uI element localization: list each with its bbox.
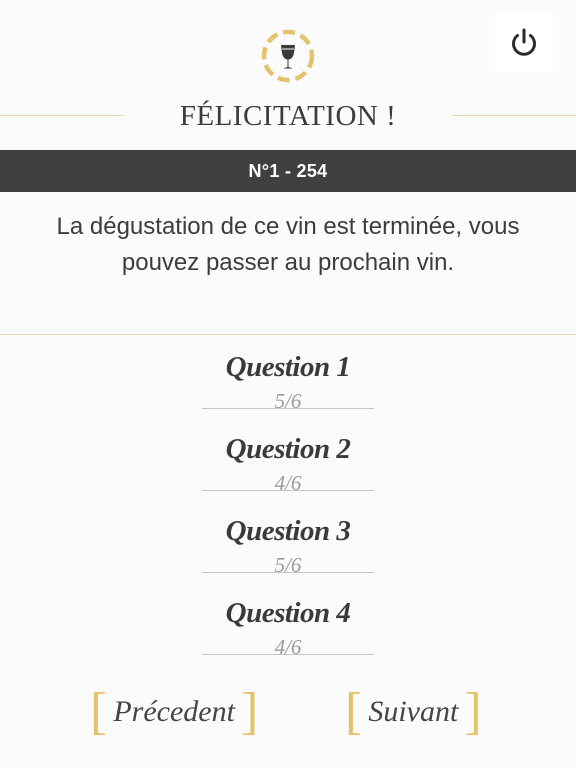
score-underline (202, 408, 374, 409)
question-score: 5/6 (274, 389, 302, 413)
bracket-right-icon: ] (464, 683, 482, 740)
question-score: 4/6 (274, 635, 302, 659)
previous-label: Précedent (113, 695, 235, 728)
wine-glass-logo-icon (259, 27, 317, 85)
score-underline (202, 490, 374, 491)
title-divider-right (452, 115, 576, 116)
list-item: Question 2 4/6 (0, 419, 576, 501)
question-label: Question 1 (225, 351, 351, 383)
screen: FÉLICITATION ! N°1 - 254 La dégustation … (0, 0, 576, 768)
title-row: FÉLICITATION ! (0, 96, 576, 136)
list-item: Question 1 5/6 (0, 337, 576, 419)
question-score: 4/6 (274, 471, 302, 495)
bracket-left-icon: [ (90, 683, 108, 740)
completion-message: La dégustation de ce vin est terminée, v… (56, 213, 520, 276)
bracket-left-icon: [ (345, 683, 363, 740)
question-label: Question 4 (225, 597, 351, 629)
score-underline (202, 572, 374, 573)
bracket-right-icon: ] (240, 683, 259, 740)
page-title: FÉLICITATION ! (179, 100, 397, 132)
next-button[interactable]: [ Suivant ] (345, 683, 482, 740)
question-label: Question 3 (225, 515, 351, 547)
section-divider (0, 334, 576, 335)
power-button[interactable] (495, 14, 553, 72)
wine-number-bar: N°1 - 254 (0, 150, 576, 192)
question-results-list[interactable]: Question 1 5/6 Question 2 4/6 Question 3… (0, 337, 576, 687)
wine-number: N°1 - 254 (248, 160, 328, 181)
question-score: 5/6 (274, 553, 302, 577)
list-item: Question 4 4/6 (0, 583, 576, 665)
question-label: Question 2 (225, 433, 351, 465)
power-icon (512, 28, 536, 56)
score-underline (202, 654, 374, 655)
previous-button[interactable]: [ Précedent ] (90, 683, 259, 740)
list-item: Question 3 5/6 (0, 501, 576, 583)
next-label: Suivant (368, 695, 459, 728)
